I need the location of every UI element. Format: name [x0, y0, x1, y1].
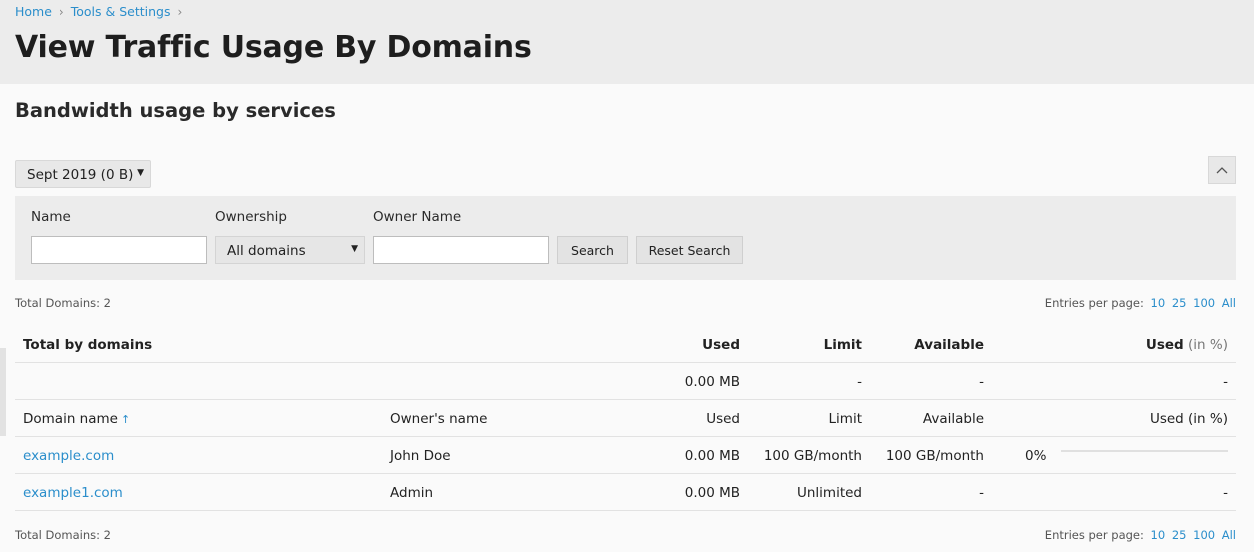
- owner-name-filter-label: Owner Name: [373, 209, 462, 225]
- collapse-filter-button[interactable]: [1208, 156, 1236, 184]
- used-pct-column-header[interactable]: Used (in %): [1150, 411, 1228, 427]
- entries-per-page-bottom: Entries per page: 10 25 100 All: [1045, 528, 1236, 542]
- owner-name: Admin: [390, 485, 434, 501]
- breadcrumb-tools-settings-link[interactable]: Tools & Settings: [71, 4, 171, 19]
- available-column-header[interactable]: Available: [923, 411, 984, 427]
- domain-name-column-header[interactable]: Domain name ↑: [23, 411, 130, 427]
- totals-used-header: Used: [702, 337, 740, 353]
- available-value: -: [979, 485, 984, 501]
- totals-used-pct-header: Used (in %): [1146, 337, 1228, 353]
- used-value: 0.00 MB: [684, 448, 740, 464]
- entries-option-all[interactable]: All: [1222, 296, 1236, 310]
- period-select-value: Sept 2019 (0 B): [27, 167, 134, 183]
- domain-link[interactable]: example.com: [23, 448, 114, 464]
- entries-option-10[interactable]: 10: [1151, 528, 1166, 542]
- ownership-select-value: All domains: [227, 243, 306, 259]
- search-button[interactable]: Search: [557, 236, 628, 264]
- table-row: example.com John Doe 0.00 MB 100 GB/mont…: [15, 437, 1236, 474]
- period-select[interactable]: Sept 2019 (0 B) ▼: [15, 160, 151, 188]
- totals-header-row: Total by domains Used Limit Available Us…: [15, 326, 1236, 363]
- reset-search-button[interactable]: Reset Search: [636, 236, 743, 264]
- usage-progress-bar: [1061, 450, 1228, 452]
- entries-option-100[interactable]: 100: [1193, 296, 1215, 310]
- totals-used-pct-unit: (in %): [1188, 337, 1228, 353]
- chevron-right-icon: ›: [177, 4, 183, 19]
- breadcrumb: Home › Tools & Settings ›: [15, 4, 189, 19]
- used-value: 0.00 MB: [684, 485, 740, 501]
- entries-option-all[interactable]: All: [1222, 528, 1236, 542]
- owner-name-filter-input[interactable]: [373, 236, 549, 264]
- limit-value: Unlimited: [796, 485, 862, 501]
- sort-ascending-arrow-icon: ↑: [120, 413, 131, 426]
- column-header-row: Domain name ↑ Owner's name Used Limit Ava…: [15, 400, 1236, 437]
- totals-values-row: 0.00 MB - - -: [15, 363, 1236, 400]
- ownership-filter-label: Ownership: [215, 209, 287, 225]
- entries-option-10[interactable]: 10: [1151, 296, 1166, 310]
- used-column-header[interactable]: Used: [706, 411, 740, 427]
- totals-used-value: 0.00 MB: [684, 374, 740, 390]
- entries-per-page-top: Entries per page: 10 25 100 All: [1045, 296, 1236, 310]
- table-row: example1.com Admin 0.00 MB Unlimited - -: [15, 474, 1236, 511]
- limit-column-header[interactable]: Limit: [829, 411, 862, 427]
- totals-limit-header: Limit: [823, 337, 862, 353]
- page-header: Home › Tools & Settings › View Traffic U…: [0, 0, 1254, 84]
- used-pct-value: 0%: [1025, 448, 1047, 464]
- entries-per-page-label: Entries per page:: [1044, 296, 1144, 310]
- owner-name: John Doe: [390, 448, 451, 464]
- page-title: View Traffic Usage By Domains: [15, 30, 532, 65]
- total-domains-bottom: Total Domains: 2: [15, 528, 111, 542]
- ownership-select[interactable]: All domains ▼: [215, 236, 365, 264]
- chevron-up-icon: [1216, 167, 1228, 174]
- traffic-table: Total by domains Used Limit Available Us…: [15, 326, 1236, 511]
- totals-limit-value: -: [857, 374, 862, 390]
- limit-value: 100 GB/month: [763, 448, 862, 464]
- domain-name-column-label: Domain name: [23, 411, 118, 427]
- name-filter-label: Name: [31, 209, 71, 225]
- total-domains-top: Total Domains: 2: [15, 296, 111, 310]
- chevron-right-icon: ›: [58, 4, 64, 19]
- filter-panel: Name Ownership All domains ▼ Owner Name …: [15, 196, 1236, 280]
- totals-available-header: Available: [914, 337, 984, 353]
- totals-used-pct-label: Used: [1145, 337, 1184, 353]
- caret-down-icon: ▼: [351, 244, 358, 254]
- caret-down-icon: ▼: [137, 168, 144, 178]
- used-pct-value: -: [1223, 485, 1228, 501]
- owner-name-column-header[interactable]: Owner's name: [390, 411, 487, 427]
- section-title: Bandwidth usage by services: [15, 99, 336, 122]
- totals-used-pct-value: -: [1223, 374, 1228, 390]
- name-filter-input[interactable]: [31, 236, 207, 264]
- side-panel-handle[interactable]: [0, 348, 6, 436]
- entries-option-25[interactable]: 25: [1172, 296, 1187, 310]
- totals-available-value: -: [979, 374, 984, 390]
- breadcrumb-home-link[interactable]: Home: [15, 4, 52, 19]
- entries-per-page-label: Entries per page:: [1044, 528, 1144, 542]
- totals-title: Total by domains: [23, 337, 153, 353]
- entries-option-25[interactable]: 25: [1172, 528, 1187, 542]
- domain-link[interactable]: example1.com: [23, 485, 123, 501]
- entries-option-100[interactable]: 100: [1193, 528, 1215, 542]
- available-value: 100 GB/month: [885, 448, 984, 464]
